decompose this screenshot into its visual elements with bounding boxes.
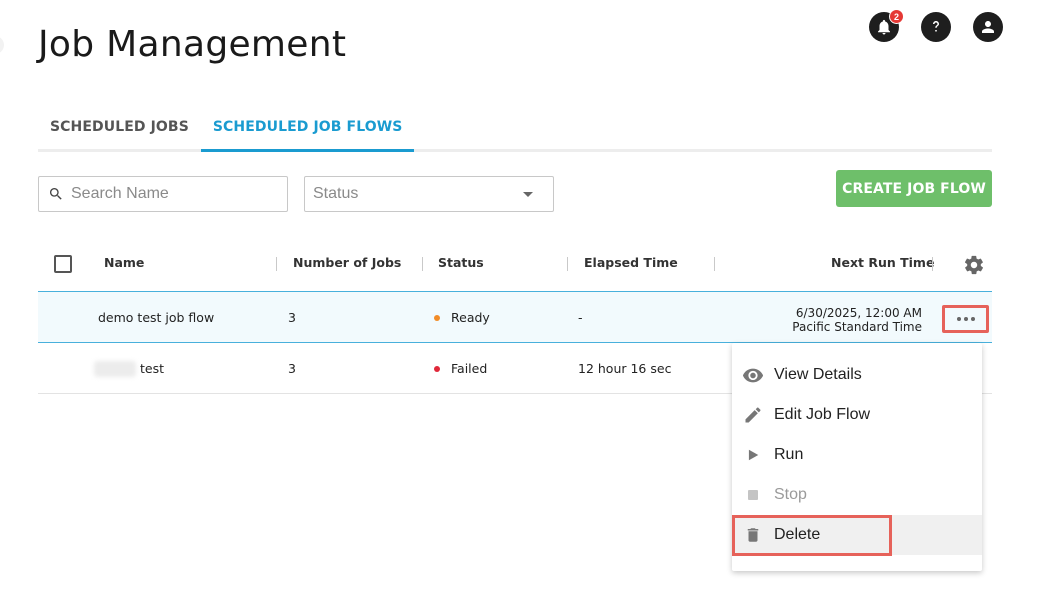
user-icon [982, 21, 994, 33]
column-divider [567, 257, 568, 271]
menu-item-label: View Details [774, 366, 862, 383]
menu-item-view-details[interactable]: View Details [732, 355, 982, 395]
status-ready-dot [434, 314, 440, 321]
eye-icon [742, 364, 764, 386]
more-dot [970, 317, 975, 321]
row-elapsed-time: - [578, 310, 583, 325]
row-status-label: Failed [451, 361, 488, 376]
search-icon [50, 188, 62, 200]
delete-highlight-box [732, 515, 892, 556]
menu-item-stop[interactable]: Stop [732, 475, 982, 515]
row-actions-more-button[interactable] [942, 305, 989, 333]
more-dot [963, 317, 968, 321]
column-divider [714, 257, 715, 271]
tab-scheduled-job-flows[interactable]: SCHEDULED JOB FLOWS [200, 108, 415, 152]
gear-icon[interactable] [963, 254, 985, 276]
column-divider [276, 257, 277, 271]
row-number-of-jobs: 3 [288, 310, 296, 325]
column-header-name[interactable]: Name [104, 238, 144, 292]
table-row[interactable]: demo test job flow 3 Ready - 6/30/2025, … [38, 292, 992, 343]
help-icon [933, 21, 939, 32]
column-divider [422, 257, 423, 271]
column-header-next-run-time[interactable]: Next Run Time [831, 238, 934, 292]
tab-scheduled-jobs[interactable]: SCHEDULED JOBS [38, 108, 201, 152]
more-dot [956, 317, 961, 321]
user-account-button[interactable] [973, 12, 1003, 42]
collapsed-panel-edge [0, 36, 4, 54]
next-run-date: 6/30/2025, 12:00 AM [795, 306, 922, 320]
menu-item-delete[interactable]: Delete [732, 515, 982, 556]
next-run-timezone: Pacific Standard Time [792, 320, 922, 334]
notifications-button[interactable]: 2 [869, 9, 904, 42]
search-field[interactable] [38, 176, 288, 212]
tab-bar: SCHEDULED JOBS SCHEDULED JOB FLOWS [38, 108, 992, 152]
status-filter-select[interactable]: Status [304, 176, 554, 212]
row-number-of-jobs: 3 [288, 361, 296, 376]
play-icon [742, 444, 764, 466]
help-button[interactable] [921, 12, 951, 42]
select-all-checkbox[interactable] [54, 255, 72, 273]
menu-item-label: Edit Job Flow [774, 406, 871, 423]
column-header-status[interactable]: Status [438, 238, 484, 292]
pencil-icon [742, 404, 764, 426]
status-filter-placeholder: Status [313, 185, 359, 202]
row-status: Ready [434, 292, 490, 343]
row-name-cell: test [94, 343, 164, 394]
row-status: Failed [434, 343, 487, 394]
row-elapsed-time: 12 hour 16 sec [578, 361, 672, 376]
table-header: Name Number of Jobs Status Elapsed Time … [38, 238, 992, 292]
search-input[interactable] [71, 185, 271, 203]
status-failed-dot [434, 365, 440, 372]
column-header-number-of-jobs[interactable]: Number of Jobs [293, 238, 401, 292]
menu-item-edit-job-flow[interactable]: Edit Job Flow [732, 395, 982, 435]
notification-count-badge: 2 [889, 9, 904, 24]
menu-item-label: Run [774, 446, 804, 463]
create-job-flow-button[interactable]: CREATE JOB FLOW [836, 170, 992, 207]
row-name: demo test job flow [98, 310, 215, 325]
header-icons: 2 [869, 9, 1003, 42]
row-actions-menu: View Details Edit Job Flow Run Stop Dele… [732, 343, 982, 571]
redacted-text [94, 360, 136, 377]
column-header-elapsed-time[interactable]: Elapsed Time [584, 238, 678, 292]
page-title: Job Management [38, 24, 347, 65]
row-next-run-time: 6/30/2025, 12:00 AM Pacific Standard Tim… [792, 306, 922, 334]
column-divider [932, 257, 933, 271]
row-name: test [140, 361, 165, 376]
menu-item-run[interactable]: Run [732, 435, 982, 475]
row-status-label: Ready [451, 310, 490, 325]
chevron-down-icon [523, 191, 533, 197]
stop-icon [742, 484, 764, 506]
menu-item-label: Stop [774, 486, 807, 503]
